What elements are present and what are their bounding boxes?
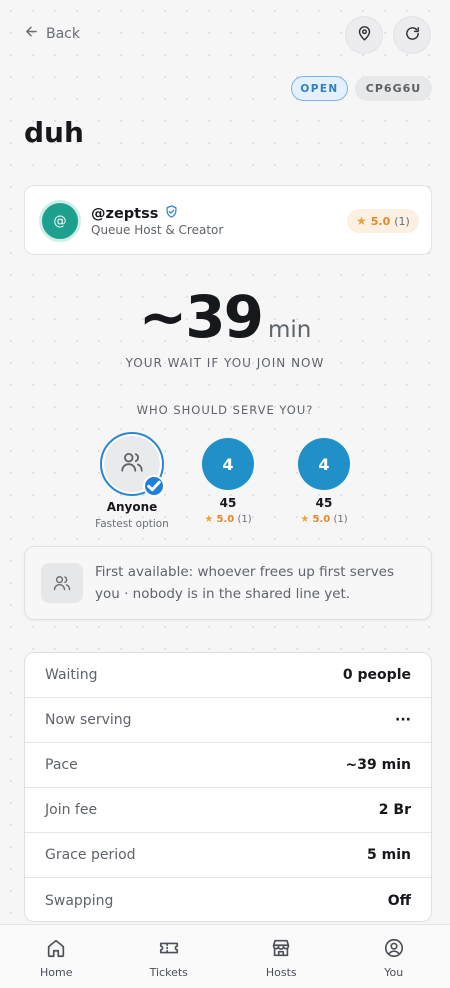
refresh-button[interactable] bbox=[393, 16, 431, 54]
host-card[interactable]: @ @zeptss Queue Host & Creator ★ 5.0 (1) bbox=[24, 185, 432, 255]
star-icon: ★ bbox=[356, 214, 367, 228]
stat-label: Swapping bbox=[45, 892, 114, 909]
server-rating-value: 5.0 bbox=[216, 514, 235, 525]
stat-value: ··· bbox=[395, 712, 411, 728]
anyone-avatar bbox=[100, 432, 165, 497]
users-icon bbox=[41, 563, 83, 603]
back-label: Back bbox=[46, 25, 80, 42]
wait-estimate: ~39 min bbox=[0, 283, 450, 351]
host-rating-count: (1) bbox=[394, 214, 410, 228]
host-rating-value: 5.0 bbox=[370, 214, 391, 228]
server-option[interactable]: 4 45 ★ 5.0 (1) bbox=[274, 432, 374, 525]
host-name-row: @zeptss bbox=[91, 204, 179, 223]
stat-row-now-serving: Now serving ··· bbox=[25, 698, 431, 743]
host-name: @zeptss bbox=[91, 205, 159, 222]
star-icon: ★ bbox=[204, 514, 214, 525]
location-button[interactable] bbox=[345, 16, 383, 54]
stat-value: 2 Br bbox=[378, 802, 411, 818]
user-icon bbox=[383, 937, 405, 962]
server-rating-count: (1) bbox=[237, 514, 252, 525]
server-rating: ★ 5.0 (1) bbox=[274, 514, 374, 525]
stat-label: Waiting bbox=[45, 667, 98, 683]
page-title: duh bbox=[24, 116, 84, 149]
stat-row-join-fee: Join fee 2 Br bbox=[25, 788, 431, 833]
map-pin-icon bbox=[356, 25, 373, 46]
server-name: 45 bbox=[219, 496, 237, 510]
bottom-nav: Home Tickets Hosts You bbox=[0, 924, 450, 988]
wait-value: ~39 bbox=[138, 283, 264, 351]
stat-row-waiting: Waiting 0 people bbox=[25, 653, 431, 698]
server-rating-value: 5.0 bbox=[312, 514, 331, 525]
arrow-left-icon bbox=[24, 24, 39, 43]
server-option-anyone[interactable]: Anyone Fastest option bbox=[82, 432, 182, 530]
server-avatar: 4 bbox=[298, 438, 350, 490]
top-bar: Back bbox=[0, 0, 450, 70]
info-card: First available: whoever frees up first … bbox=[24, 546, 432, 620]
server-rating: ★ 5.0 (1) bbox=[178, 514, 278, 525]
status-badge-open: OPEN bbox=[291, 76, 348, 101]
info-text: First available: whoever frees up first … bbox=[95, 564, 395, 602]
ticket-icon bbox=[158, 937, 180, 962]
server-option[interactable]: 4 45 ★ 5.0 (1) bbox=[178, 432, 278, 525]
nav-item-you[interactable]: You bbox=[338, 925, 450, 988]
nav-label: You bbox=[384, 966, 404, 979]
stat-label: Now serving bbox=[45, 712, 132, 728]
back-button[interactable]: Back bbox=[24, 24, 80, 43]
nav-label: Home bbox=[40, 966, 73, 979]
host-role: Queue Host & Creator bbox=[91, 223, 224, 237]
verified-shield-icon bbox=[164, 204, 179, 223]
avatar: @ bbox=[39, 200, 81, 242]
selected-check-icon bbox=[143, 475, 165, 497]
star-icon: ★ bbox=[300, 514, 310, 525]
server-rating-count: (1) bbox=[333, 514, 348, 525]
stat-value: 0 people bbox=[342, 667, 411, 683]
nav-label: Tickets bbox=[149, 966, 188, 979]
nav-label: Hosts bbox=[265, 966, 297, 979]
server-subtext: Fastest option bbox=[95, 518, 169, 530]
queue-code-badge[interactable]: CP6G6U bbox=[355, 76, 432, 101]
nav-item-home[interactable]: Home bbox=[0, 925, 113, 988]
nav-item-tickets[interactable]: Tickets bbox=[113, 925, 226, 988]
store-icon bbox=[270, 937, 292, 962]
stat-row-grace-period: Grace period 5 min bbox=[25, 833, 431, 878]
home-icon bbox=[45, 937, 67, 962]
stat-value: ~39 min bbox=[345, 757, 411, 773]
server-select-caption: WHO SHOULD SERVE YOU? bbox=[136, 403, 314, 417]
server-name: Anyone bbox=[106, 500, 158, 514]
wait-unit: min bbox=[267, 317, 312, 343]
users-icon bbox=[119, 449, 145, 479]
queue-stats-list: Waiting 0 people Now serving ··· Pace ~3… bbox=[24, 652, 432, 922]
nav-item-hosts[interactable]: Hosts bbox=[225, 925, 338, 988]
stat-row-pace: Pace ~39 min bbox=[25, 743, 431, 788]
server-name: 45 bbox=[315, 496, 333, 510]
stat-row-swapping: Swapping Off bbox=[25, 878, 431, 921]
refresh-icon bbox=[404, 25, 421, 46]
stat-value: 5 min bbox=[367, 847, 411, 863]
stat-label: Pace bbox=[45, 757, 78, 773]
host-rating-badge: ★ 5.0 (1) bbox=[347, 209, 419, 233]
stat-label: Grace period bbox=[45, 847, 136, 863]
server-avatar: 4 bbox=[202, 438, 254, 490]
wait-caption: YOUR WAIT IF YOU JOIN NOW bbox=[125, 356, 325, 370]
stat-label: Join fee bbox=[45, 802, 98, 818]
stat-value: Off bbox=[387, 892, 411, 909]
